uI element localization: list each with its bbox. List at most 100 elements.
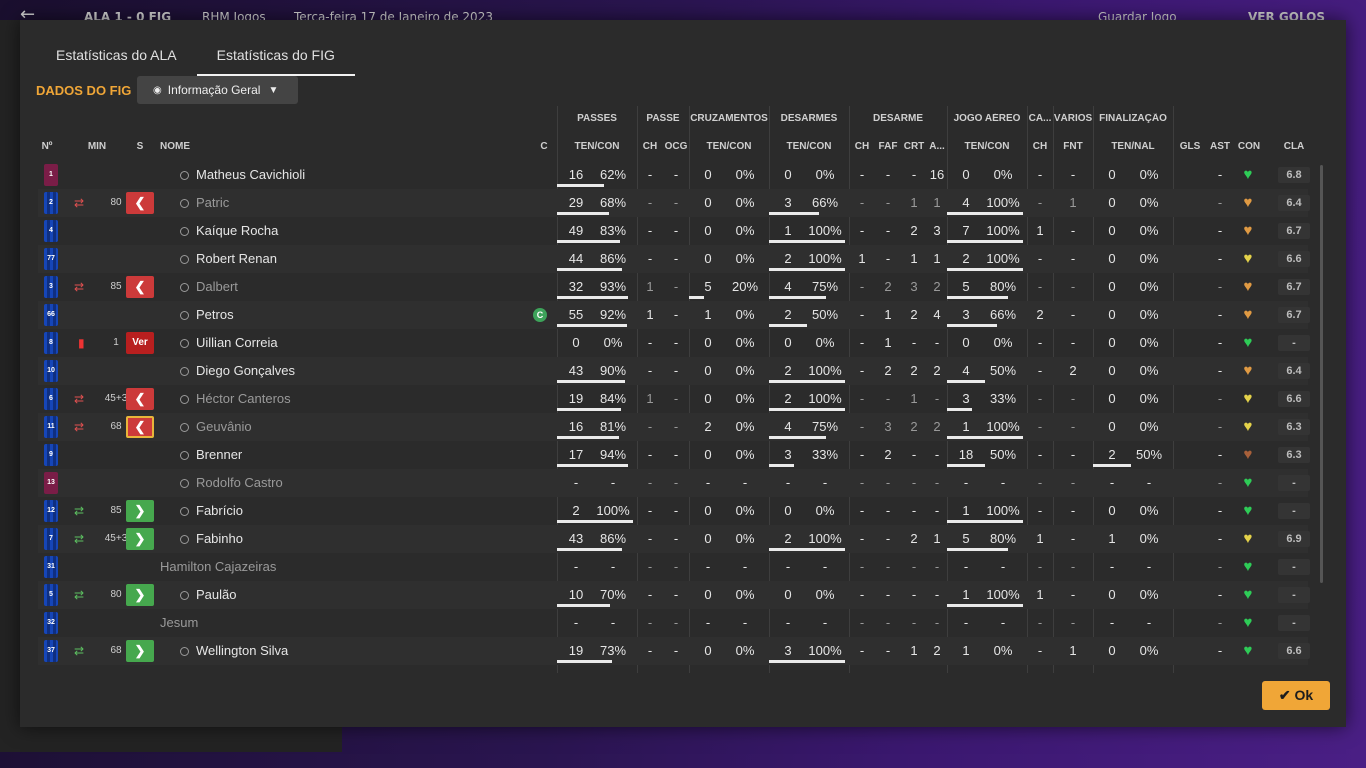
gls-value [1176, 189, 1204, 217]
sub-in-button[interactable]: ❯ [126, 584, 154, 606]
table-row[interactable]: 31 Hamilton Cajazeiras - - - - - - - - - - - - - - - - - - -… [38, 553, 1310, 581]
sub-out-button[interactable]: ❮ [126, 276, 154, 298]
d_a-value: 2 [933, 419, 941, 434]
col-header-con[interactable]: CON [1235, 141, 1263, 152]
player-name[interactable]: Héctor Canteros [180, 385, 291, 413]
player-bust-icon [180, 479, 189, 488]
view-button[interactable]: Ver [126, 332, 154, 354]
sub-out-button[interactable]: ❮ [126, 416, 154, 438]
table-row[interactable]: 11 ⇄ 68 ❮ Geuvânio 16 81% 2 0% 4 75% 1 100% 0 0% - - -3 2 2… [38, 413, 1310, 441]
player-name[interactable]: Wellington Silva [180, 637, 288, 665]
player-name-label: Matheus Cavichioli [196, 167, 306, 182]
player-bust-icon [180, 171, 189, 180]
col-header-passe-ch[interactable]: CH [637, 141, 663, 152]
col-header-num[interactable]: Nº [38, 141, 56, 152]
table-row[interactable]: 10 Diego Gonçalves 43 90% 0 0% 2 100% 4 50% 0 0% - - -… [38, 357, 1310, 385]
player-name[interactable]: Paulão [180, 581, 236, 609]
col-header-des-tc[interactable]: TEN/CON [769, 141, 849, 152]
cr-percentage: 0% [735, 419, 755, 434]
player-name[interactable]: Matheus Cavichioli [180, 161, 305, 189]
player-name[interactable]: Jesum [160, 609, 198, 637]
sub-out-button[interactable]: ❮ [126, 192, 154, 214]
table-row[interactable]: 5 ⇄ 80 ❯ Paulão 10 70% 0 0% 0 0% 1 100% 0 0% - - - - - -1- - ♥… [38, 581, 1310, 609]
player-name[interactable]: Dalbert [180, 273, 238, 301]
table-row[interactable]: 7 ⇄ 45+3 ❯ Fabinho 43 86% 0 0% 2 100% 5 80% 1 0% - - - -2 1… [38, 525, 1310, 553]
sub-out-button[interactable]: ❮ [126, 388, 154, 410]
player-name[interactable]: Uillian Correia [180, 329, 278, 357]
table-row[interactable]: 1 Matheus Cavichioli 16 62% 0 0% 0 0% 0 0% 0 0% - - - -… [38, 161, 1310, 189]
player-name-label: Paulão [196, 587, 237, 602]
table-row[interactable]: 6 ⇄ 45+3 ❮ Héctor Canteros 19 84% 0 0% 2 100% 3 33% 0… [38, 385, 1310, 413]
player-name[interactable]: Rodolfo Castro [180, 469, 283, 497]
table-scrollbar[interactable] [1320, 165, 1323, 583]
col-header-d-crt[interactable]: CRT [901, 141, 927, 152]
gls-value [1176, 245, 1204, 273]
player-name[interactable]: Diego Gonçalves [180, 357, 295, 385]
sub-in-button[interactable]: ❯ [126, 640, 154, 662]
group-header-finalizacao: FINALIZAÇÃO [1099, 113, 1167, 124]
var_fnt-value: 2 [1069, 363, 1077, 378]
col-header-passe-ocg[interactable]: OCG [663, 141, 689, 152]
col-header-ast[interactable]: AST [1206, 141, 1234, 152]
col-header-d-a[interactable]: A... [927, 141, 947, 152]
col-header-passes-tc[interactable]: TEN/CON [557, 141, 637, 152]
player-name[interactable]: Patric [180, 189, 229, 217]
col-header-gls[interactable]: GLS [1176, 141, 1204, 152]
table-row[interactable]: 12 ⇄ 85 ❯ Fabrício 2 100% 0 0% 0 0% 1 100% 0 0% - - - - - - -… [38, 497, 1310, 525]
d_a-value: 1 [933, 251, 941, 266]
table-row[interactable]: 13 Rodolfo Castro - - - - - - - - - - - - - - - - - - - ♥ - [38, 469, 1310, 497]
table-row[interactable]: 8 ▮ 1 Ver Uillian Correia 0 0% 0 0% 0 0% 0 0% 0 0% - - -1… [38, 329, 1310, 357]
col-header-aer-tc[interactable]: TEN/CON [947, 141, 1027, 152]
tab-ala-stats[interactable]: Estatísticas do ALA [36, 20, 197, 76]
col-header-s[interactable]: S [132, 141, 148, 152]
sub-in-button[interactable]: ❯ [126, 500, 154, 522]
table-row[interactable]: 37 ⇄ 68 ❯ Wellington Silva 19 73% 0 0% 3 100% 1 0% 0 0… [38, 637, 1310, 665]
col-header-cruz-tc[interactable]: TEN/CON [689, 141, 769, 152]
table-row[interactable]: 3 ⇄ 85 ❮ Dalbert 32 93% 5 20% 4 75% 5 80% 0 0% 1- -2 3 2- -… [38, 273, 1310, 301]
tab-fig-stats[interactable]: Estatísticas do FIG [196, 20, 356, 76]
sub-in-button[interactable]: ❯ [126, 528, 154, 550]
cr-attempts: 0 [704, 363, 712, 378]
p-progress-bar [557, 212, 609, 215]
player-name[interactable]: Fabinho [180, 525, 243, 553]
ok-button[interactable]: ✔ Ok [1262, 681, 1330, 710]
col-header-nome[interactable]: NOME [160, 141, 200, 152]
col-header-var-fnt[interactable]: FNT [1053, 141, 1093, 152]
player-name[interactable]: Petros [180, 301, 234, 329]
view-dropdown[interactable]: ◉ Informação Geral ▼ [137, 76, 298, 104]
condition-heart-icon: ♥ [1243, 446, 1253, 463]
col-header-ca-ch[interactable]: CH [1027, 141, 1053, 152]
ps_ocg-value: - [673, 559, 679, 574]
condition-heart-icon: ♥ [1243, 222, 1253, 239]
de-percentage: 0% [815, 587, 835, 602]
col-header-min[interactable]: MIN [82, 141, 112, 152]
col-header-cla[interactable]: CLA [1278, 141, 1310, 152]
table-row[interactable]: 4 Kaíque Rocha 49 83% 0 0% 1 100% 7 100% 0 0% - - - -2 3… [38, 217, 1310, 245]
ps_ch-value: - [647, 643, 653, 658]
player-rating: 6.4 [1278, 195, 1310, 211]
player-name[interactable]: Fabrício [180, 497, 243, 525]
ca_ch-value: - [1037, 559, 1043, 574]
table-row[interactable]: 9 Brenner 17 94% 0 0% 3 33% 18 50% 2 50% - - -2- - - - - ♥ 6… [38, 441, 1310, 469]
player-name[interactable]: Hamilton Cajazeiras [160, 553, 276, 581]
fi-attempts: 0 [1108, 419, 1116, 434]
col-header-d-faf[interactable]: FAF [875, 141, 901, 152]
cr-percentage: - [742, 475, 748, 490]
col-header-d-ch[interactable]: CH [849, 141, 875, 152]
p-attempts: - [573, 559, 579, 574]
player-name-label: Fabrício [196, 503, 243, 518]
fi-attempts: 0 [1108, 363, 1116, 378]
table-row[interactable]: 32 Jesum - - - - - - - - - - - - - - - - - - - ♥ - [38, 609, 1310, 637]
player-name[interactable]: Robert Renan [180, 245, 277, 273]
player-name[interactable]: Brenner [180, 441, 242, 469]
ps_ch-value: - [647, 419, 653, 434]
col-header-fin-tn[interactable]: TEN/NAL [1093, 141, 1173, 152]
ast-value: - [1217, 251, 1223, 266]
group-header-desarmes: DESARMES [780, 113, 838, 124]
table-row[interactable]: 77 Robert Renan 44 86% 0 0% 2 100% 2 100% 0 0% - -1-1… [38, 245, 1310, 273]
table-row[interactable]: 2 ⇄ 80 ❮ Patric 29 68% 0 0% 3 66% 4 100% 0 0% - - - -1 1-1-… [38, 189, 1310, 217]
table-row[interactable]: 66 Petros C 55 92% 1 0% 2 50% 3 66% 0 0% 1- -1 2 4 2- - ♥ 6.… [38, 301, 1310, 329]
player-name[interactable]: Geuvânio [180, 413, 252, 441]
col-header-c[interactable]: C [537, 141, 551, 152]
player-name[interactable]: Kaíque Rocha [180, 217, 278, 245]
